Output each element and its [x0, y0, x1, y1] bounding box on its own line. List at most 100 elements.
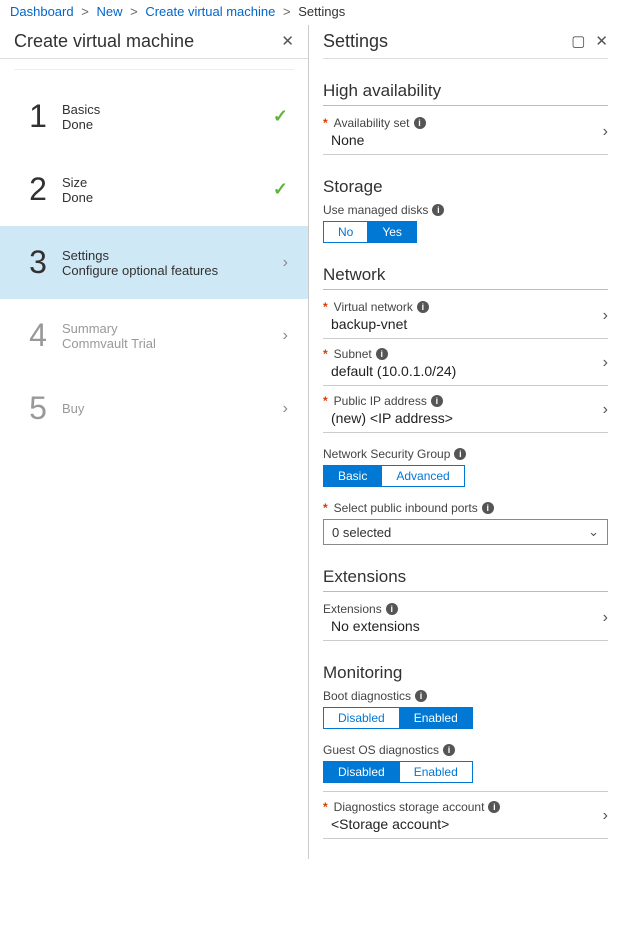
step-number: 1	[20, 98, 56, 135]
field-label: Subnet	[334, 347, 372, 361]
chevron-right-icon: ›	[603, 123, 608, 141]
field-label: Extensions	[323, 602, 382, 616]
info-icon[interactable]: i	[415, 690, 427, 702]
inbound-ports-dropdown[interactable]: 0 selected ⌄	[323, 519, 608, 545]
required-icon: *	[323, 300, 328, 314]
breadcrumb-sep: >	[283, 4, 291, 19]
field-availability-set[interactable]: * Availability set i None ›	[323, 108, 608, 155]
close-icon[interactable]: ✕	[595, 34, 608, 49]
restore-icon[interactable]: ▢	[571, 34, 585, 49]
step-subtitle: Configure optional features	[62, 263, 283, 278]
nsg-toggle: Basic Advanced	[323, 465, 465, 487]
chevron-right-icon: ›	[283, 327, 288, 345]
field-virtual-network[interactable]: * Virtual network i backup-vnet ›	[323, 292, 608, 339]
field-value: backup-vnet	[331, 316, 603, 332]
chevron-right-icon: ›	[603, 807, 608, 825]
field-extensions[interactable]: Extensions i No extensions ›	[323, 594, 608, 641]
step-subtitle: Done	[62, 117, 273, 132]
chevron-right-icon: ›	[603, 307, 608, 325]
checkmark-icon: ✓	[273, 179, 288, 200]
field-subnet[interactable]: * Subnet i default (10.0.1.0/24) ›	[323, 339, 608, 386]
wizard-step-summary[interactable]: 4 Summary Commvault Trial ›	[0, 299, 308, 372]
step-title: Size	[62, 175, 273, 190]
breadcrumb-link[interactable]: New	[96, 4, 122, 19]
step-number: 2	[20, 171, 56, 208]
step-title: Settings	[62, 248, 283, 263]
guest-diagnostics-toggle: Disabled Enabled	[323, 761, 473, 783]
field-label: Availability set	[334, 116, 410, 130]
info-icon[interactable]: i	[431, 395, 443, 407]
field-value: default (10.0.1.0/24)	[331, 363, 603, 379]
field-value: (new) <IP address>	[331, 410, 603, 426]
info-icon[interactable]: i	[432, 204, 444, 216]
wizard-step-basics[interactable]: 1 Basics Done ✓	[0, 80, 308, 153]
required-icon: *	[323, 116, 328, 130]
field-value: None	[331, 132, 603, 148]
field-label: Virtual network	[334, 300, 413, 314]
section-storage: Storage	[323, 177, 608, 201]
required-icon: *	[323, 501, 328, 515]
step-title: Buy	[62, 401, 283, 416]
chevron-right-icon: ›	[603, 354, 608, 372]
managed-disks-yes[interactable]: Yes	[367, 222, 416, 242]
checkmark-icon: ✓	[273, 106, 288, 127]
boot-diag-enabled[interactable]: Enabled	[399, 708, 472, 728]
chevron-down-icon: ⌄	[588, 524, 599, 540]
info-icon[interactable]: i	[417, 301, 429, 313]
field-diag-storage[interactable]: * Diagnostics storage account i <Storage…	[323, 791, 608, 839]
step-number: 4	[20, 317, 56, 354]
chevron-right-icon: ›	[283, 254, 288, 272]
step-subtitle: Done	[62, 190, 273, 205]
field-value: No extensions	[331, 618, 603, 634]
required-icon: *	[323, 347, 328, 361]
wizard-step-buy[interactable]: 5 Buy ›	[0, 372, 308, 445]
wizard-steps: 1 Basics Done ✓ 2 Size Done ✓ 3 Settings	[0, 80, 308, 445]
breadcrumb-link[interactable]: Create virtual machine	[145, 4, 275, 19]
guest-diag-enabled[interactable]: Enabled	[399, 762, 472, 782]
info-icon[interactable]: i	[482, 502, 494, 514]
breadcrumb-sep: >	[81, 4, 89, 19]
field-value: <Storage account>	[331, 816, 603, 832]
field-public-ip[interactable]: * Public IP address i (new) <IP address>…	[323, 386, 608, 433]
info-icon[interactable]: i	[386, 603, 398, 615]
managed-disks-no[interactable]: No	[324, 222, 367, 242]
breadcrumb-sep: >	[130, 4, 138, 19]
section-network: Network	[323, 265, 608, 290]
field-label: Diagnostics storage account	[334, 800, 485, 814]
wizard-step-size[interactable]: 2 Size Done ✓	[0, 153, 308, 226]
required-icon: *	[323, 800, 328, 814]
field-label: Guest OS diagnostics	[323, 743, 439, 757]
info-icon[interactable]: i	[443, 744, 455, 756]
step-subtitle: Commvault Trial	[62, 336, 283, 351]
managed-disks-toggle: No Yes	[323, 221, 417, 243]
guest-diag-disabled[interactable]: Disabled	[324, 762, 399, 782]
field-label: Public IP address	[334, 394, 427, 408]
chevron-right-icon: ›	[283, 400, 288, 418]
step-number: 3	[20, 244, 56, 281]
right-blade-title: Settings	[323, 31, 388, 52]
info-icon[interactable]: i	[376, 348, 388, 360]
wizard-step-settings[interactable]: 3 Settings Configure optional features ›	[0, 226, 308, 299]
breadcrumb-link[interactable]: Dashboard	[10, 4, 74, 19]
required-icon: *	[323, 394, 328, 408]
breadcrumb: Dashboard > New > Create virtual machine…	[0, 0, 622, 25]
nsg-advanced[interactable]: Advanced	[381, 466, 463, 486]
info-icon[interactable]: i	[414, 117, 426, 129]
breadcrumb-current: Settings	[298, 4, 345, 19]
field-label: Boot diagnostics	[323, 689, 411, 703]
section-high-availability: High availability	[323, 81, 608, 106]
info-icon[interactable]: i	[488, 801, 500, 813]
field-label: Network Security Group	[323, 447, 450, 461]
field-label: Select public inbound ports	[334, 501, 478, 515]
section-monitoring: Monitoring	[323, 663, 608, 687]
section-extensions: Extensions	[323, 567, 608, 592]
field-label: Use managed disks	[323, 203, 428, 217]
close-icon[interactable]: ✕	[281, 34, 294, 49]
nsg-basic[interactable]: Basic	[324, 466, 381, 486]
chevron-right-icon: ›	[603, 609, 608, 627]
info-icon[interactable]: i	[454, 448, 466, 460]
boot-diagnostics-toggle: Disabled Enabled	[323, 707, 473, 729]
step-title: Basics	[62, 102, 273, 117]
boot-diag-disabled[interactable]: Disabled	[324, 708, 399, 728]
chevron-right-icon: ›	[603, 401, 608, 419]
